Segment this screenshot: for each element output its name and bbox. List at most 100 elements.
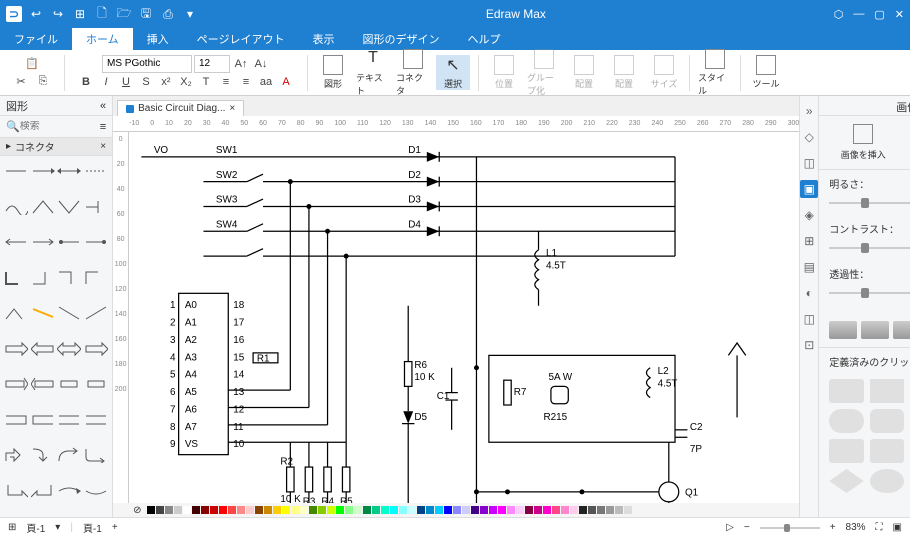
select-tool[interactable]: ↖選択 [436,55,470,90]
grow-font-icon[interactable]: A↑ [232,55,250,73]
connector-shape[interactable] [57,196,82,218]
color-swatch[interactable] [597,506,605,514]
connector-shape[interactable] [57,267,82,289]
layout-tool-icon[interactable]: ◫ [800,154,818,172]
category-close-icon[interactable]: × [100,141,106,152]
connector-shape[interactable] [84,373,109,395]
align-button[interactable]: ≡ [217,73,235,91]
filter-preset[interactable] [893,321,910,339]
connector-shape[interactable] [84,267,109,289]
fit-page-icon[interactable]: ⛶ [876,522,883,533]
color-swatch[interactable] [183,506,191,514]
clip-shape[interactable] [870,469,905,493]
color-swatch[interactable] [201,506,209,514]
connector-shape[interactable] [57,480,82,502]
text-tool[interactable]: Tテキスト [356,49,390,97]
subscript-button[interactable]: X₂ [177,73,195,91]
size-tool[interactable]: サイズ [647,55,681,90]
page-label-2[interactable]: 頁-1 [83,520,102,535]
font-select[interactable] [102,55,192,73]
clip-shape[interactable] [870,379,905,403]
tools-tool[interactable]: ツール [749,55,783,90]
doc-icon[interactable]: 🗋 [94,6,110,22]
print-icon[interactable]: ⎙ [160,6,176,22]
page-nav-icon[interactable]: ⊞ [8,522,16,533]
color-swatch[interactable] [192,506,200,514]
connector-shape[interactable] [31,338,56,360]
color-swatch[interactable] [372,506,380,514]
connector-shape[interactable] [31,196,56,218]
save-icon[interactable]: 🖫 [138,6,154,22]
color-swatch[interactable] [462,506,470,514]
cut-button[interactable]: ✂ [12,73,30,91]
color-swatch[interactable] [480,506,488,514]
color-swatch[interactable] [570,506,578,514]
add-page-button[interactable]: + [112,522,118,533]
undo-icon[interactable]: ↩ [28,6,44,22]
new-icon[interactable]: ⊞ [72,6,88,22]
connector-shape[interactable] [57,338,82,360]
tab-file[interactable]: ファイル [0,28,72,50]
color-swatch[interactable] [246,506,254,514]
color-swatch[interactable] [291,506,299,514]
tab-home[interactable]: ホーム [72,28,133,50]
style-tool[interactable]: スタイル [698,49,732,97]
color-swatch[interactable] [390,506,398,514]
connector-shape[interactable] [57,373,82,395]
connector-shape[interactable] [84,338,109,360]
canvas[interactable]: VO SW1 SW2 SW3 SW4 D1 D2 [129,132,799,503]
color-swatch[interactable] [435,506,443,514]
connector-tool[interactable]: コネクタ [396,49,430,97]
color-swatch[interactable] [381,506,389,514]
zoom-in-button[interactable]: + [830,522,836,533]
connector-shape[interactable] [57,302,82,324]
textcolor-button[interactable]: T [197,73,215,91]
color-swatch[interactable] [147,506,155,514]
color-swatch[interactable] [615,506,623,514]
clip-shape[interactable] [829,379,864,403]
size-select[interactable] [194,55,230,73]
connector-shape[interactable] [84,160,109,182]
color-swatch[interactable] [516,506,524,514]
tab-help[interactable]: ヘルプ [453,28,514,50]
color-swatch[interactable] [579,506,587,514]
search-input[interactable] [20,121,100,132]
color-swatch[interactable] [228,506,236,514]
more-tool-icon[interactable]: ⊡ [800,336,818,354]
tab-pagelayout[interactable]: ページレイアウト [183,28,299,50]
connector-shape[interactable] [57,444,82,466]
doc-tab-close[interactable]: × [229,103,235,114]
color-swatch[interactable] [471,506,479,514]
minimize-button[interactable]: — [853,8,864,21]
connector-shape[interactable] [84,302,109,324]
open-icon[interactable]: 🗁 [116,6,132,22]
redo-icon[interactable]: ↪ [50,6,66,22]
color-swatch[interactable] [255,506,263,514]
distribute-tool[interactable]: 配置 [607,55,641,90]
position-tool[interactable]: 位置 [487,55,521,90]
color-swatch[interactable] [426,506,434,514]
connector-shape[interactable] [31,373,56,395]
page-tool-icon[interactable]: ◫ [800,310,818,328]
color-swatch[interactable] [624,506,632,514]
color-swatch[interactable] [318,506,326,514]
brightness-slider[interactable] [829,202,910,204]
insert-image-button[interactable]: 画像を挿入 [819,116,907,169]
image-tool-icon[interactable]: ▣ [800,180,818,198]
color-swatch[interactable] [354,506,362,514]
grid-tool-icon[interactable]: ⊞ [800,232,818,250]
connector-shape[interactable] [4,160,29,182]
connector-shape[interactable] [84,231,109,253]
zoom-slider[interactable] [760,527,820,529]
strike-button[interactable]: S [137,73,155,91]
color-swatch[interactable] [219,506,227,514]
superscript-button[interactable]: x² [157,73,175,91]
color-swatch[interactable] [399,506,407,514]
connector-shape[interactable] [84,196,109,218]
color-swatch[interactable] [309,506,317,514]
color-swatch[interactable] [237,506,245,514]
list-button[interactable]: ≡ [237,73,255,91]
connector-shape[interactable] [4,267,29,289]
connector-shape[interactable] [31,480,56,502]
connector-shape[interactable] [84,480,109,502]
